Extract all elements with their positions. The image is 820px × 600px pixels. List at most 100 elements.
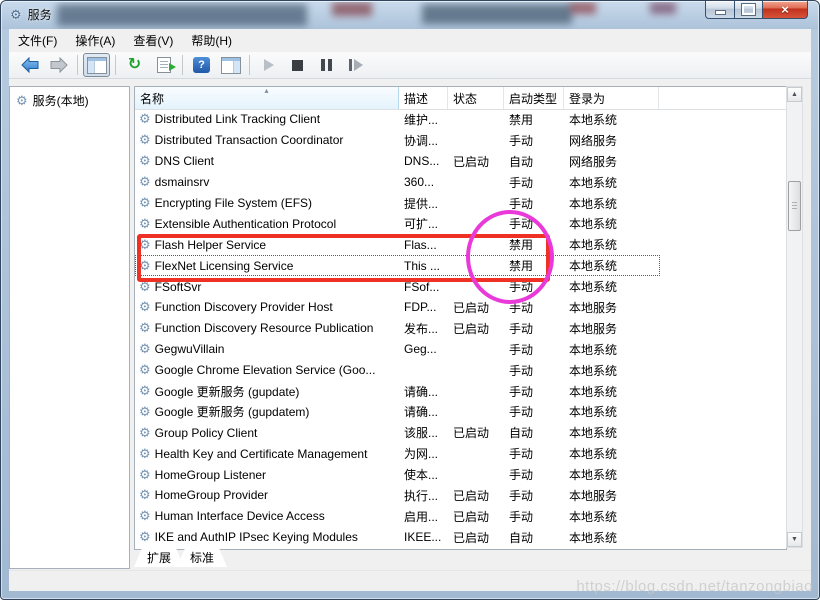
vertical-scrollbar[interactable]: ▲ ▼ <box>786 86 803 548</box>
maximize-icon <box>742 4 755 15</box>
table-row[interactable]: ⚙IKE and AuthIP IPsec Keying ModulesIKEE… <box>135 527 786 548</box>
forward-button[interactable] <box>45 53 72 77</box>
window-controls: × <box>705 1 808 19</box>
services-gear-icon: ⚙ <box>16 95 28 107</box>
export-list-icon <box>157 57 171 73</box>
sidebar-item-services-local[interactable]: ⚙ 服务(本地) <box>10 87 129 113</box>
menu-action[interactable]: 操作(A) <box>66 29 124 52</box>
table-row[interactable]: ⚙Human Interface Device Access启用...已启动手动… <box>135 506 786 527</box>
menu-file[interactable]: 文件(F) <box>9 29 66 52</box>
service-description: 提供... <box>399 195 448 212</box>
table-row[interactable]: ⚙Google 更新服务 (gupdatem)请确...手动本地系统 <box>135 401 786 422</box>
table-row[interactable]: ⚙dsmainsrv360...手动本地系统 <box>135 172 786 193</box>
table-row[interactable]: ⚙Health Key and Certificate Management为网… <box>135 443 786 464</box>
service-gear-icon: ⚙ <box>139 427 151 439</box>
service-logon-as: 网络服务 <box>564 132 659 149</box>
stop-service-button[interactable] <box>284 53 311 77</box>
tab-standard[interactable]: 标准 <box>177 548 227 567</box>
export-list-button[interactable] <box>150 53 177 77</box>
service-gear-icon: ⚙ <box>139 260 151 272</box>
table-row[interactable]: ⚙HomeGroup Listener使本...手动本地系统 <box>135 464 786 485</box>
service-logon-as: 本地服务 <box>564 299 659 316</box>
service-description: Geg... <box>399 342 448 356</box>
table-row[interactable]: ⚙Function Discovery Resource Publication… <box>135 318 786 339</box>
service-startup-type: 手动 <box>504 383 564 400</box>
menu-help[interactable]: 帮助(H) <box>182 29 241 52</box>
service-description: 协调... <box>399 132 448 149</box>
service-status: 已启动 <box>448 424 504 441</box>
show-console-tree-button[interactable] <box>83 53 110 77</box>
service-startup-type: 手动 <box>504 320 564 337</box>
service-gear-icon: ⚙ <box>139 448 151 460</box>
start-service-button[interactable] <box>255 53 282 77</box>
service-startup-type: 手动 <box>504 445 564 462</box>
menu-view[interactable]: 查看(V) <box>124 29 182 52</box>
service-logon-as: 本地系统 <box>564 383 659 400</box>
refresh-button[interactable]: ↻ <box>121 53 148 77</box>
table-row[interactable]: ⚙DNS ClientDNS...已启动自动网络服务 <box>135 151 786 172</box>
service-logon-as: 本地系统 <box>564 466 659 483</box>
service-logon-as: 本地系统 <box>564 403 659 420</box>
table-row[interactable]: ⚙Extensible Authentication Protocol可扩...… <box>135 213 786 234</box>
service-description: 使本... <box>399 466 448 483</box>
service-description: FSof... <box>399 280 448 294</box>
service-status: 已启动 <box>448 299 504 316</box>
service-logon-as: 本地系统 <box>564 174 659 191</box>
service-logon-as: 本地系统 <box>564 111 659 128</box>
column-header-startup-type[interactable]: 启动类型 <box>504 87 564 109</box>
service-name: dsmainsrv <box>155 175 210 189</box>
services-list-panel: ▴ 名称 描述 状态 启动类型 登录为 ⚙Distributed Link Tr… <box>134 86 787 550</box>
service-logon-as: 本地系统 <box>564 341 659 358</box>
table-row[interactable]: ⚙GegwuVillainGeg...手动本地系统 <box>135 339 786 360</box>
minimize-button[interactable] <box>705 1 734 19</box>
service-name: Google 更新服务 (gupdatem) <box>155 403 310 420</box>
service-logon-as: 本地系统 <box>564 529 659 546</box>
restart-service-button[interactable] <box>342 53 369 77</box>
table-row[interactable]: ⚙Distributed Link Tracking Client维护...禁用… <box>135 109 786 130</box>
service-name: Human Interface Device Access <box>155 509 325 523</box>
back-button[interactable] <box>16 53 43 77</box>
service-status: 已启动 <box>448 320 504 337</box>
table-row[interactable]: ⚙Distributed Transaction Coordinator协调..… <box>135 130 786 151</box>
service-name: Flash Helper Service <box>155 238 266 252</box>
console-tree-panel: ⚙ 服务(本地) <box>9 86 130 569</box>
service-logon-as: 本地系统 <box>564 362 659 379</box>
table-row[interactable]: ⚙Function Discovery Provider HostFDP...已… <box>135 297 786 318</box>
column-header-name[interactable]: ▴ 名称 <box>135 87 399 109</box>
view-tabs: 扩展 标准 <box>134 548 227 568</box>
help-button[interactable]: ? <box>188 53 215 77</box>
scroll-down-button[interactable]: ▼ <box>787 532 802 547</box>
service-startup-type: 自动 <box>504 529 564 546</box>
service-gear-icon: ⚙ <box>139 364 151 376</box>
column-header-status[interactable]: 状态 <box>448 87 504 109</box>
service-startup-type: 自动 <box>504 153 564 170</box>
table-row[interactable]: ⚙FSoftSvrFSof...手动本地系统 <box>135 276 786 297</box>
close-button[interactable]: × <box>763 1 808 19</box>
column-header-description[interactable]: 描述 <box>399 87 448 109</box>
service-description: 执行... <box>399 487 448 504</box>
service-logon-as: 网络服务 <box>564 153 659 170</box>
service-name: DNS Client <box>155 154 214 168</box>
table-row[interactable]: ⚙Group Policy Client该服...已启动自动本地系统 <box>135 422 786 443</box>
column-header-logon-as[interactable]: 登录为 <box>564 87 659 109</box>
table-row[interactable]: ⚙Encrypting File System (EFS)提供...手动本地系统 <box>135 193 786 214</box>
client-area: 文件(F) 操作(A) 查看(V) 帮助(H) ↻ <box>9 29 811 590</box>
scrollbar-thumb[interactable] <box>788 181 801 231</box>
service-logon-as: 本地系统 <box>564 195 659 212</box>
service-name: HomeGroup Provider <box>155 488 268 502</box>
show-action-pane-button[interactable] <box>217 53 244 77</box>
service-logon-as: 本地服务 <box>564 487 659 504</box>
service-startup-type: 手动 <box>504 487 564 504</box>
table-row[interactable]: ⚙Google Chrome Elevation Service (Goo...… <box>135 360 786 381</box>
maximize-button[interactable] <box>734 1 763 19</box>
titlebar[interactable]: ⚙ 服务 <box>0 0 820 29</box>
tab-extended[interactable]: 扩展 <box>134 548 184 567</box>
scroll-up-button[interactable]: ▲ <box>787 87 802 102</box>
table-row[interactable]: ⚙HomeGroup Provider执行...已启动手动本地服务 <box>135 485 786 506</box>
service-gear-icon: ⚙ <box>139 218 151 230</box>
table-row[interactable]: ⚙FlexNet Licensing ServiceThis ...禁用本地系统 <box>135 255 786 276</box>
pause-service-button[interactable] <box>313 53 340 77</box>
table-row[interactable]: ⚙Google 更新服务 (gupdate)请确...手动本地系统 <box>135 381 786 402</box>
service-gear-icon: ⚙ <box>139 510 151 522</box>
table-row[interactable]: ⚙Flash Helper ServiceFlas...禁用本地系统 <box>135 234 786 255</box>
